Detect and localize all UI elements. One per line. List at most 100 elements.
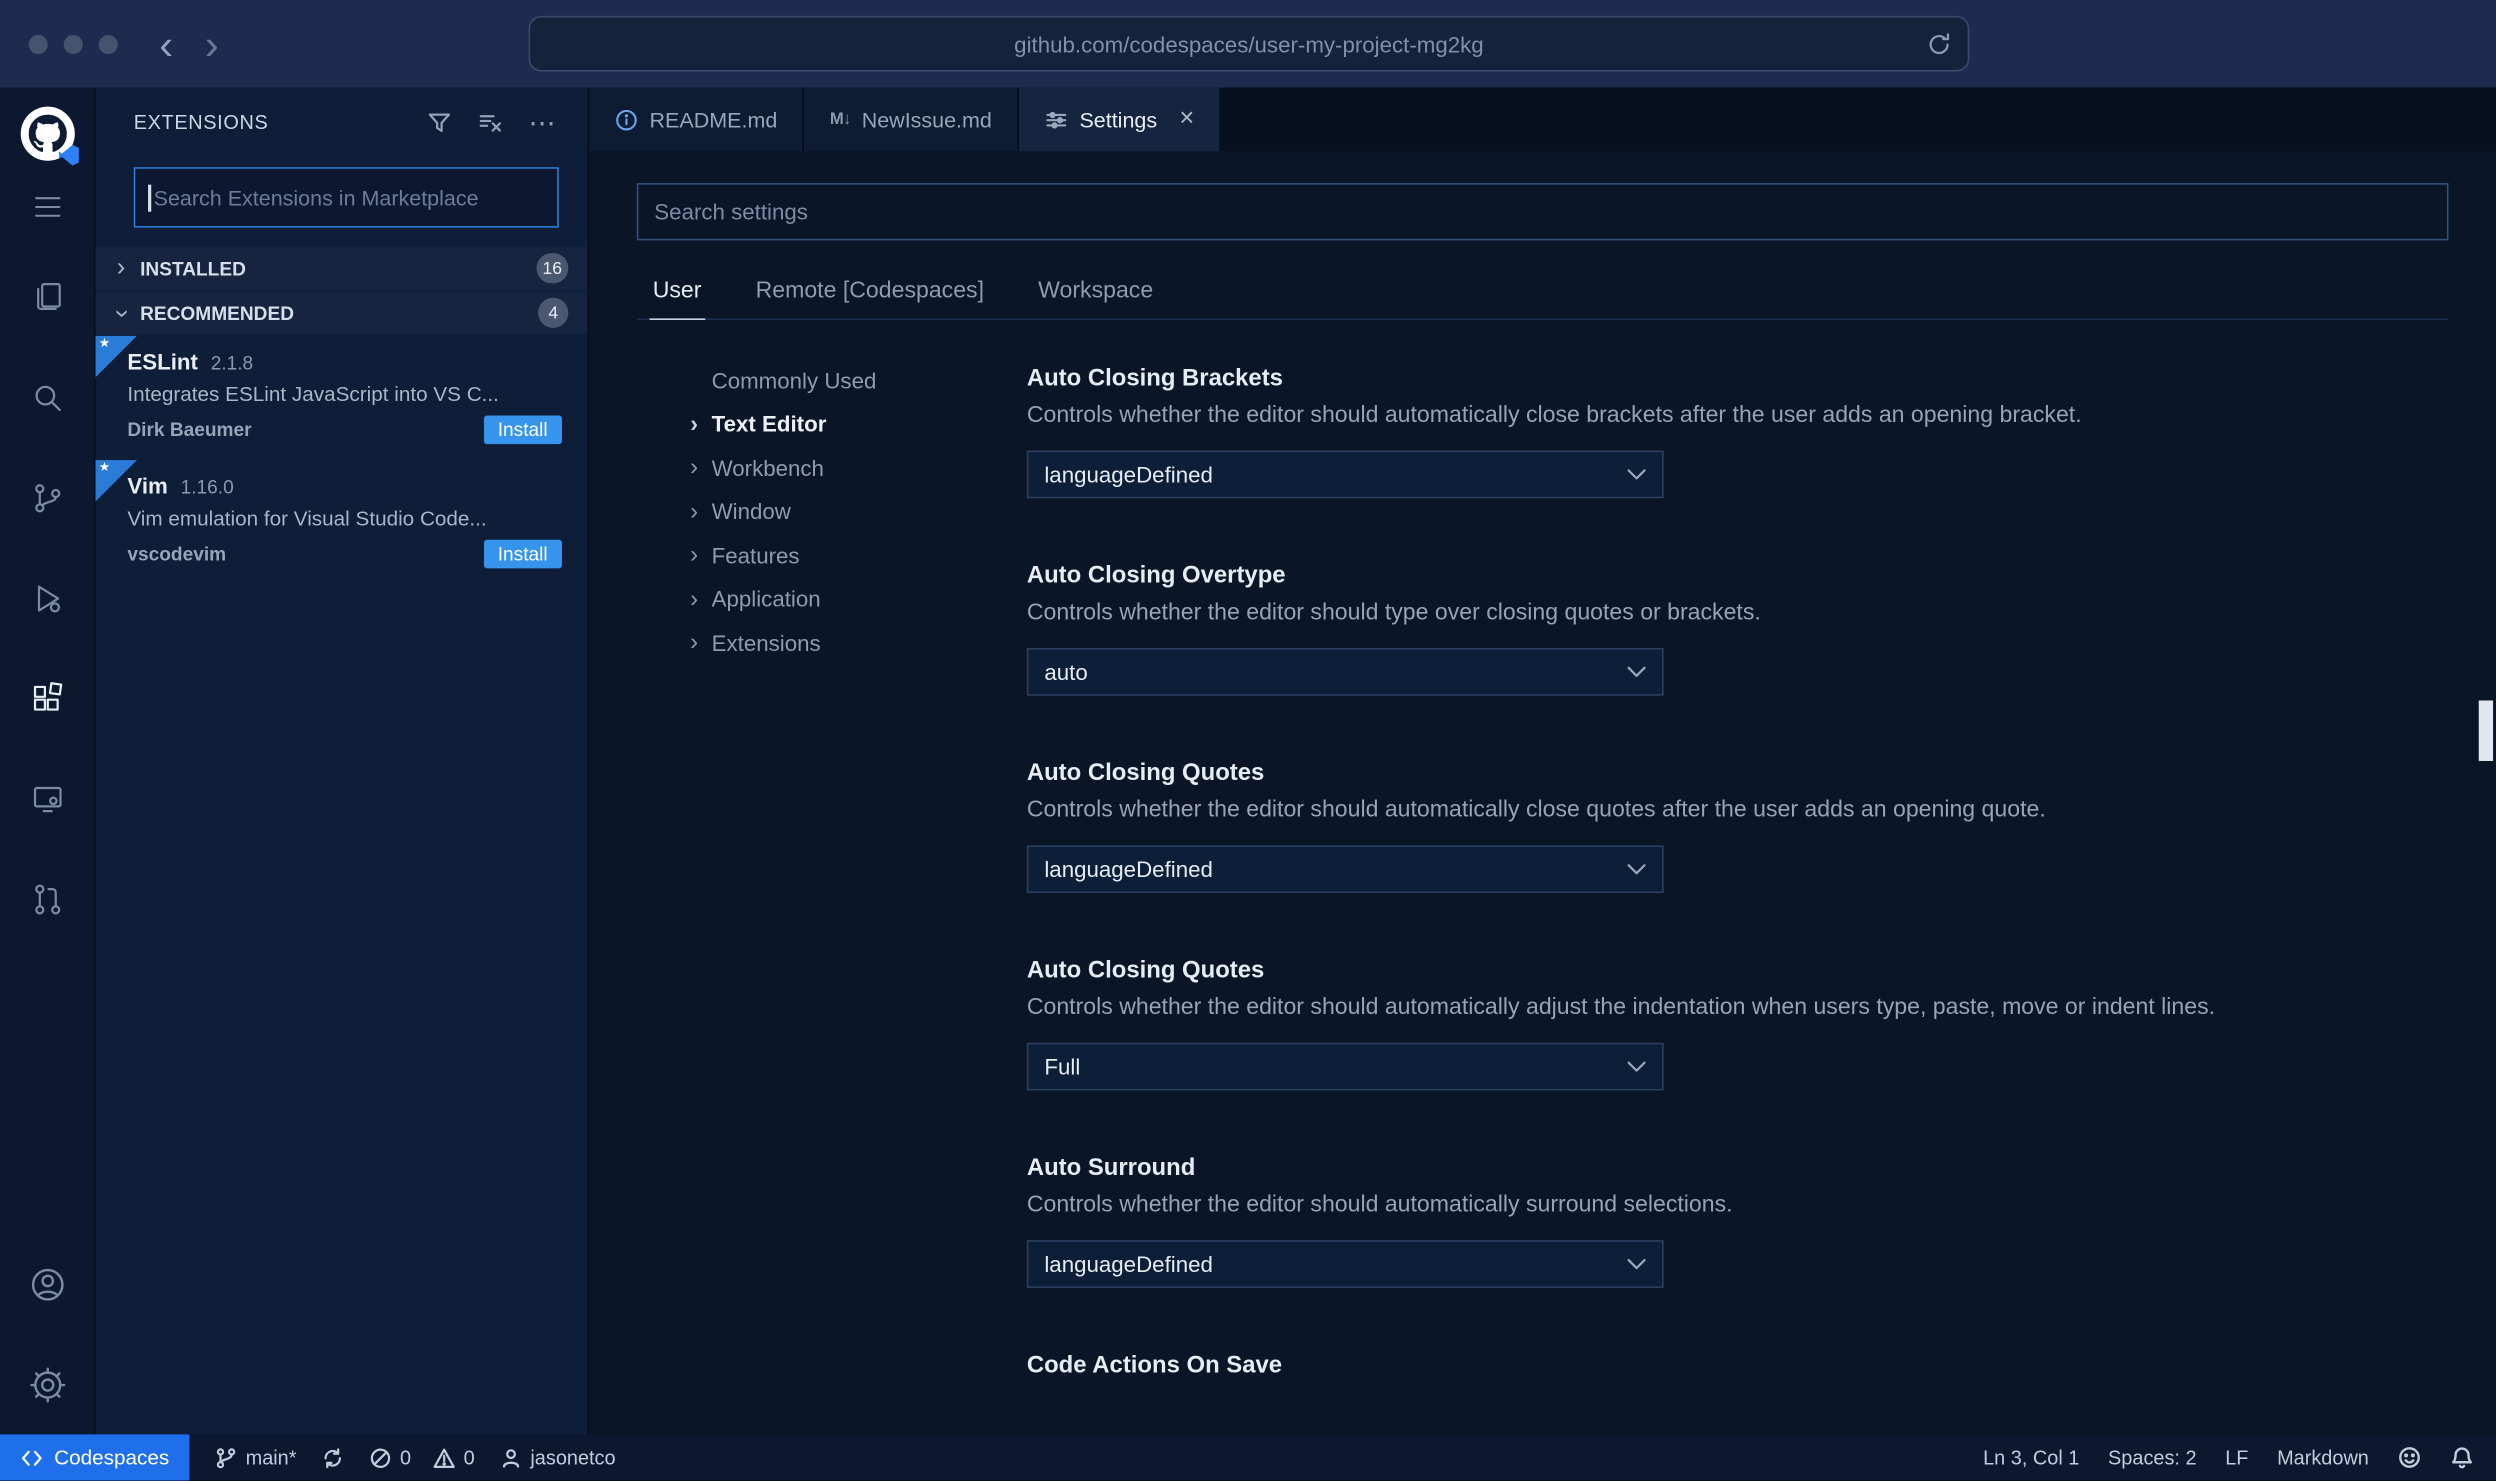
chevron-down-icon: › xyxy=(108,308,136,318)
setting-title: Auto Closing Quotes xyxy=(1026,956,1265,984)
source-control-icon xyxy=(34,483,60,512)
debug-icon xyxy=(37,584,60,612)
scope-tab-user[interactable]: User xyxy=(649,266,705,320)
install-button[interactable]: Install xyxy=(483,415,562,445)
feedback-icon[interactable] xyxy=(2398,1446,2422,1470)
more-actions-icon[interactable]: ⋯ xyxy=(529,109,556,136)
settings-toc: Commonly Used › Text Editor › Workbench … xyxy=(637,336,1027,1434)
sidebar-header: EXTENSIONS ⋯ xyxy=(96,88,588,158)
settings-scope-tabs: User Remote [Codespaces] Workspace xyxy=(636,266,2449,320)
toc-item-extensions[interactable]: › Extensions xyxy=(677,621,1027,665)
editor-tab-bar: README.md M↓ NewIssue.md Settings × xyxy=(589,87,2496,152)
sidebar-item-extensions[interactable] xyxy=(0,648,95,748)
status-bar: Codespaces main* 0 0 jasonetco Ln 3, Col… xyxy=(0,1434,2496,1481)
browser-nav: ‹ › xyxy=(159,23,218,64)
chevron-right-icon: › xyxy=(690,629,699,657)
sidebar-item-pull-requests[interactable] xyxy=(0,849,95,949)
manage-button[interactable] xyxy=(0,1334,95,1434)
hamburger-icon xyxy=(34,197,60,217)
setting-auto-closing-overtype: Auto Closing Overtype Controls whether t… xyxy=(1026,561,2449,696)
settings-search-input[interactable]: Search settings xyxy=(636,183,2449,241)
codespaces-status-button[interactable]: Codespaces xyxy=(0,1434,190,1481)
forward-icon[interactable]: › xyxy=(205,23,219,64)
account-icon xyxy=(31,1268,63,1300)
toc-item-window[interactable]: › Window xyxy=(677,490,1027,534)
window-close-button[interactable] xyxy=(28,34,48,54)
extension-item-vim[interactable]: ★ Vim 1.16.0 Vim emulation for Visual St… xyxy=(95,460,588,584)
dropdown-value: languageDefined xyxy=(1044,856,1213,882)
extension-version: 2.1.8 xyxy=(210,351,254,375)
user-status[interactable]: jasonetco xyxy=(500,1446,616,1469)
extension-author: Dirk Baeumer xyxy=(127,418,252,441)
toc-item-workbench[interactable]: › Workbench xyxy=(677,446,1027,490)
person-icon xyxy=(503,1448,520,1467)
problems-status[interactable]: 0 0 xyxy=(370,1446,475,1469)
clear-search-icon[interactable] xyxy=(478,110,503,135)
chevron-right-icon: › xyxy=(690,497,699,525)
error-icon xyxy=(371,1447,391,1468)
section-recommended[interactable]: › RECOMMENDED 4 xyxy=(96,291,588,334)
setting-title: Auto Closing Overtype xyxy=(1026,561,1286,590)
sidebar-item-explorer[interactable] xyxy=(0,247,95,347)
scope-tab-remote[interactable]: Remote [Codespaces] xyxy=(752,266,987,319)
setting-dropdown[interactable]: languageDefined xyxy=(1026,1240,1664,1288)
remote-icon xyxy=(21,1449,42,1465)
editor-area: README.md M↓ NewIssue.md Settings × Sear… xyxy=(589,87,2496,1435)
settings-search-placeholder: Search settings xyxy=(654,199,808,225)
toc-item-commonly-used[interactable]: Commonly Used xyxy=(677,358,1027,402)
cursor-position-status[interactable]: Ln 3, Col 1 xyxy=(1983,1446,2079,1468)
remote-explorer-icon xyxy=(33,786,61,812)
codespaces-logo[interactable] xyxy=(0,88,95,168)
setting-dropdown[interactable]: Full xyxy=(1026,1042,1664,1091)
count-badge: 4 xyxy=(538,297,569,328)
indentation-status[interactable]: Spaces: 2 xyxy=(2108,1446,2197,1468)
tab-newissue[interactable]: M↓ NewIssue.md xyxy=(804,87,1019,152)
back-icon[interactable]: ‹ xyxy=(159,23,173,64)
branch-status[interactable]: main* xyxy=(215,1446,297,1469)
sidebar-item-remote-explorer[interactable] xyxy=(0,748,95,848)
tab-readme[interactable]: README.md xyxy=(589,87,805,152)
filter-icon[interactable] xyxy=(427,110,452,135)
account-button[interactable] xyxy=(0,1234,95,1334)
toc-item-application[interactable]: › Application xyxy=(677,577,1027,621)
dropdown-value: languageDefined xyxy=(1044,461,1213,488)
settings-list: Auto Closing Brackets Controls whether t… xyxy=(1026,336,2449,1434)
window-maximize-button[interactable] xyxy=(98,34,118,54)
toc-item-features[interactable]: › Features xyxy=(677,533,1027,577)
eol-status[interactable]: LF xyxy=(2225,1446,2248,1468)
sidebar-item-source-control[interactable] xyxy=(0,447,95,547)
close-icon[interactable]: × xyxy=(1179,106,1194,132)
extension-author: vscodevim xyxy=(127,542,227,566)
sliders-icon xyxy=(1044,107,1068,131)
scope-tab-workspace[interactable]: Workspace xyxy=(1035,266,1156,319)
window-controls[interactable] xyxy=(28,34,118,54)
install-button[interactable]: Install xyxy=(483,539,562,569)
tab-settings[interactable]: Settings × xyxy=(1018,87,1222,152)
sync-button[interactable] xyxy=(322,1446,344,1468)
toc-item-text-editor[interactable]: › Text Editor xyxy=(677,402,1027,446)
reload-icon[interactable] xyxy=(1926,31,1951,56)
setting-dropdown[interactable]: languageDefined xyxy=(1026,450,1664,499)
window-minimize-button[interactable] xyxy=(63,34,83,54)
language-status[interactable]: Markdown xyxy=(2277,1446,2369,1468)
setting-description: Controls whether the editor should type … xyxy=(1026,600,1761,626)
setting-title: Auto Closing Brackets xyxy=(1026,364,1283,392)
chevron-right-icon: › xyxy=(690,585,699,613)
notifications-bell-icon[interactable] xyxy=(2450,1446,2474,1470)
chevron-right-icon: › xyxy=(116,253,126,281)
setting-dropdown[interactable]: languageDefined xyxy=(1026,845,1664,894)
setting-description: Controls whether the editor should autom… xyxy=(1026,797,2046,824)
setting-dropdown[interactable]: auto xyxy=(1026,647,1664,696)
sidebar-item-run-debug[interactable] xyxy=(0,548,95,648)
section-label: RECOMMENDED xyxy=(140,301,294,324)
menu-button[interactable] xyxy=(0,167,95,247)
browser-window: ‹ › github.com/codespaces/user-my-projec… xyxy=(0,0,2496,1481)
url-bar[interactable]: github.com/codespaces/user-my-project-mg… xyxy=(528,15,1970,72)
sidebar-item-search[interactable] xyxy=(0,347,95,447)
section-installed[interactable]: › INSTALLED 16 xyxy=(96,247,588,290)
extensions-search-input[interactable]: Search Extensions in Marketplace xyxy=(133,167,559,228)
warning-icon xyxy=(433,1447,456,1468)
files-icon xyxy=(36,282,61,310)
scrollbar-thumb[interactable] xyxy=(2478,700,2494,761)
extension-item-eslint[interactable]: ★ ESLint 2.1.8 Integrates ESLint JavaScr… xyxy=(95,335,588,460)
